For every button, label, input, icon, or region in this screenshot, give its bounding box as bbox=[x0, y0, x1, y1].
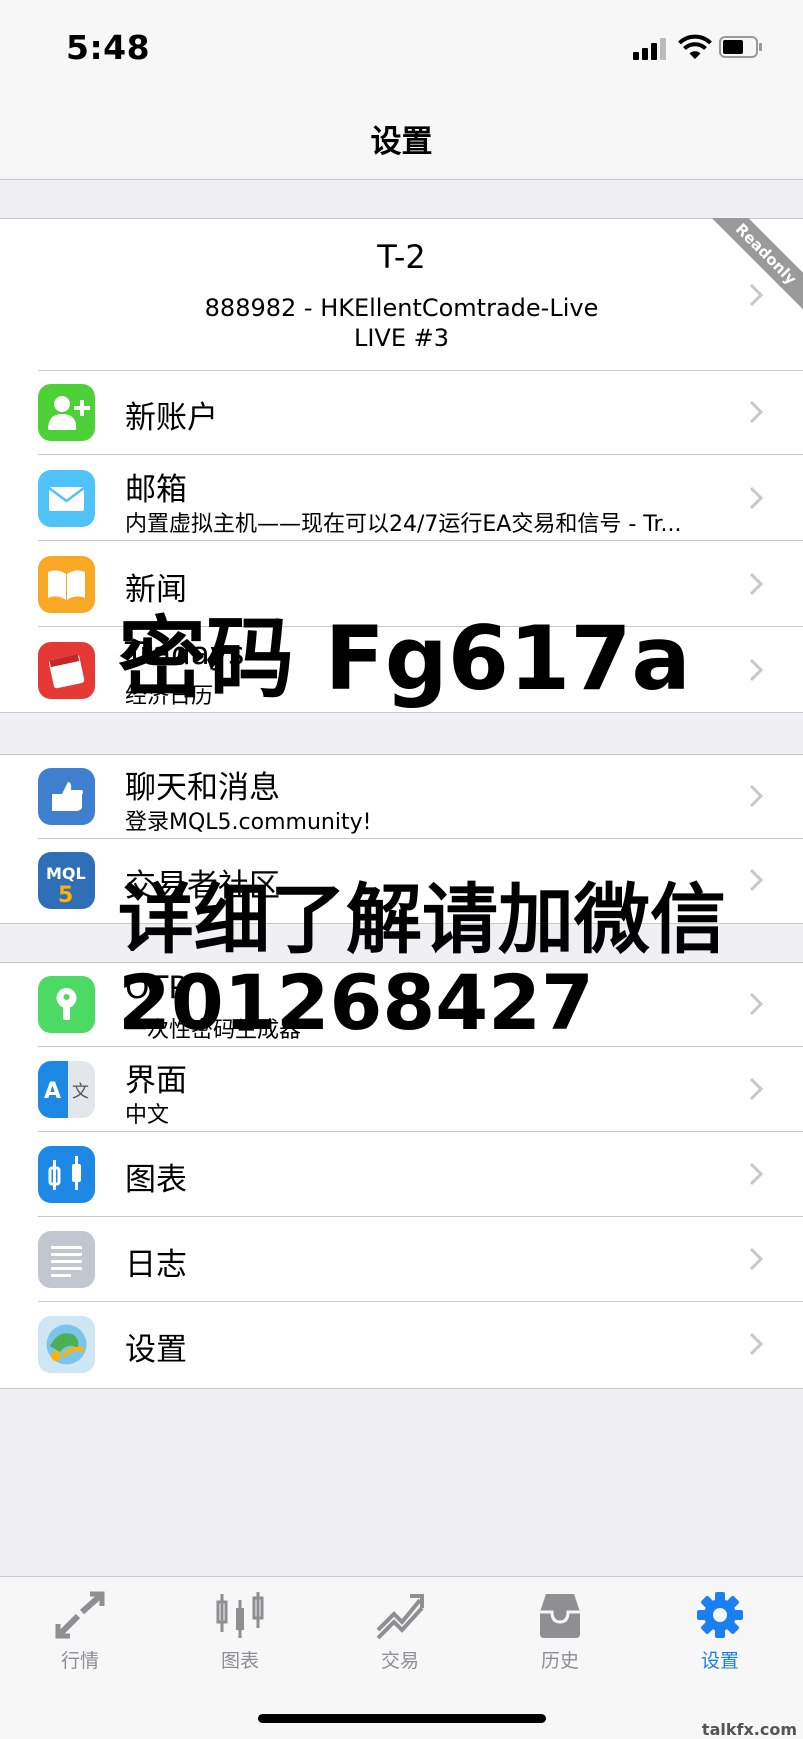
chevron-right-icon bbox=[749, 1247, 763, 1271]
overlay-password-text: 密码 Fg617a bbox=[118, 607, 691, 710]
readonly-ribbon: Readonly bbox=[693, 218, 803, 328]
news-icon bbox=[38, 556, 95, 613]
tab-label: 行情 bbox=[60, 1650, 99, 1672]
chevron-right-icon bbox=[749, 1077, 763, 1101]
menu-label: 邮箱 bbox=[125, 472, 187, 508]
menu-sublabel: 中文 bbox=[125, 1103, 170, 1128]
menu-row-chat[interactable]: 聊天和消息 登录MQL5.community! bbox=[0, 754, 803, 839]
tab-charts[interactable]: 图表 bbox=[170, 1590, 310, 1672]
quotes-icon bbox=[55, 1591, 105, 1639]
menu-row-charts[interactable]: 图表 bbox=[0, 1132, 803, 1217]
chevron-right-icon bbox=[749, 572, 763, 596]
overlay-number-text: 201268427 bbox=[118, 958, 594, 1047]
menu-label: 聊天和消息 bbox=[125, 770, 280, 806]
cellular-signal-icon bbox=[633, 36, 669, 60]
menu-row-mailbox[interactable]: 邮箱 内置虚拟主机——现在可以24/7运行EA交易和信号 - Tr... bbox=[0, 456, 803, 541]
svg-text:文: 文 bbox=[72, 1082, 89, 1102]
battery-icon bbox=[719, 36, 763, 58]
otp-key-icon bbox=[38, 976, 95, 1033]
overlay-wechat-text: 详细了解请加微信 bbox=[118, 875, 726, 964]
svg-text:MQL: MQL bbox=[46, 864, 86, 883]
status-bar: 5:48 bbox=[0, 0, 803, 100]
mail-icon bbox=[38, 470, 95, 527]
status-time: 5:48 bbox=[66, 28, 151, 67]
menu-row-new-account[interactable]: 新账户 bbox=[0, 370, 803, 455]
chevron-right-icon bbox=[749, 784, 763, 808]
language-icon: A文 bbox=[38, 1061, 95, 1118]
divider bbox=[38, 454, 803, 455]
chevron-right-icon bbox=[749, 283, 763, 307]
menu-label: 新账户 bbox=[125, 400, 218, 436]
chevron-right-icon bbox=[749, 1162, 763, 1186]
tab-label: 交易 bbox=[380, 1650, 419, 1672]
tab-quotes[interactable]: 行情 bbox=[10, 1590, 150, 1672]
menu-label: 界面 bbox=[125, 1063, 187, 1099]
tab-settings[interactable]: 设置 bbox=[650, 1590, 790, 1672]
tab-label: 设置 bbox=[700, 1650, 739, 1672]
wifi-icon bbox=[678, 34, 712, 60]
settings-gear-icon bbox=[697, 1592, 743, 1638]
home-indicator[interactable] bbox=[258, 1714, 546, 1723]
chart-icon bbox=[38, 1146, 95, 1203]
svg-text:5: 5 bbox=[58, 883, 73, 908]
svg-text:A: A bbox=[44, 1079, 61, 1104]
chevron-right-icon bbox=[749, 658, 763, 682]
menu-sublabel: 内置虚拟主机——现在可以24/7运行EA交易和信号 - Tr... bbox=[125, 512, 682, 537]
tab-history[interactable]: 历史 bbox=[490, 1590, 630, 1672]
trade-icon bbox=[376, 1594, 424, 1640]
menu-row-journal[interactable]: 日志 bbox=[0, 1217, 803, 1302]
menu-label: 设置 bbox=[125, 1332, 187, 1368]
menu-row-interface[interactable]: A文 界面 中文 bbox=[0, 1047, 803, 1132]
chevron-right-icon bbox=[749, 486, 763, 510]
charts-icon bbox=[216, 1592, 264, 1638]
history-icon bbox=[540, 1594, 580, 1638]
add-account-icon bbox=[38, 384, 95, 441]
watermark: talkfx.com bbox=[701, 1720, 797, 1739]
mql5-icon: MQL 5 bbox=[38, 852, 95, 909]
chat-icon bbox=[38, 768, 95, 825]
tab-trade[interactable]: 交易 bbox=[330, 1590, 470, 1672]
tab-label: 图表 bbox=[220, 1650, 259, 1672]
settings-app-icon bbox=[38, 1316, 95, 1373]
account-server: 888982 - HKEllentComtrade-Live bbox=[204, 294, 599, 322]
menu-row-settings[interactable]: 设置 bbox=[0, 1302, 803, 1387]
chevron-right-icon bbox=[749, 992, 763, 1016]
menu-sublabel: 登录MQL5.community! bbox=[125, 810, 372, 835]
chevron-right-icon bbox=[749, 400, 763, 424]
divider bbox=[38, 540, 803, 541]
page-title: 设置 bbox=[370, 124, 433, 160]
calendar-icon bbox=[38, 642, 95, 699]
menu-label: 日志 bbox=[125, 1247, 187, 1283]
tab-label: 历史 bbox=[540, 1650, 579, 1672]
journal-icon bbox=[38, 1231, 95, 1288]
menu-label: 图表 bbox=[125, 1162, 187, 1198]
account-type: LIVE #3 bbox=[353, 324, 450, 352]
chevron-right-icon bbox=[749, 1332, 763, 1356]
account-name: T-2 bbox=[377, 238, 426, 276]
chevron-right-icon bbox=[749, 868, 763, 892]
